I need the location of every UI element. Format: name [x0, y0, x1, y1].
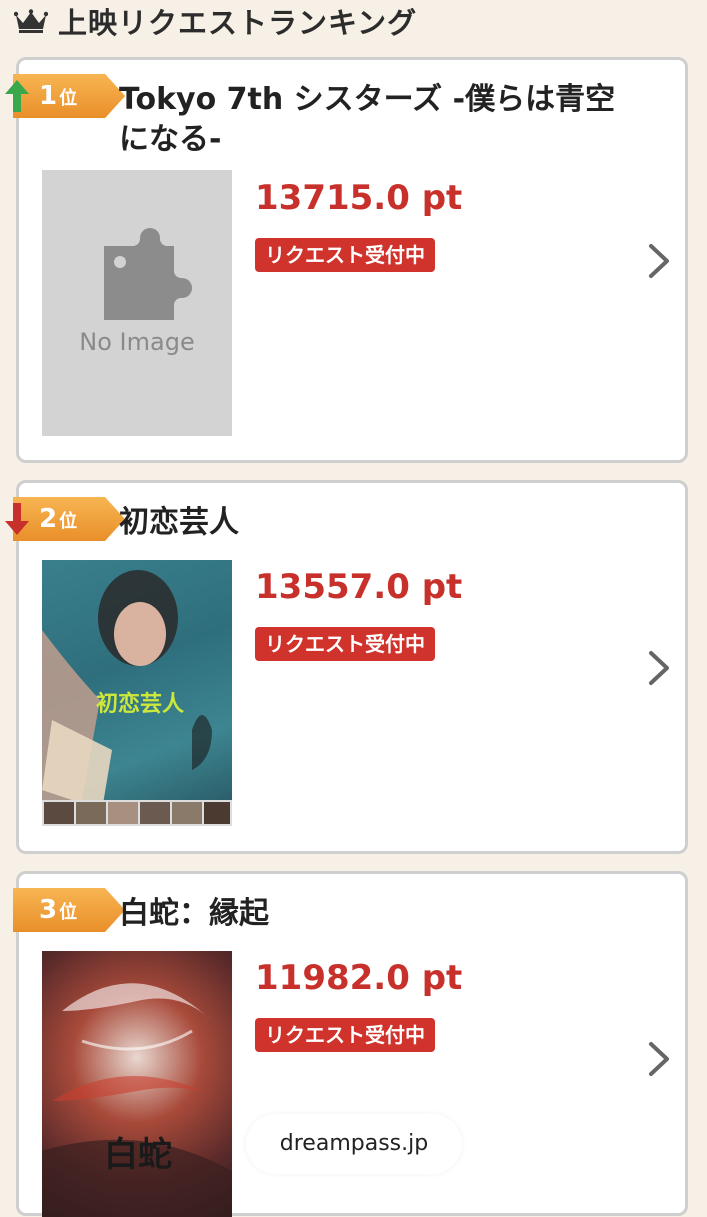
rank-number: 1 — [39, 81, 58, 111]
rank-suffix: 位 — [59, 511, 78, 532]
rank-suffix: 位 — [59, 88, 78, 109]
request-points: 13557.0 pt — [255, 567, 463, 607]
ranking-card-1[interactable]: 1位 Tokyo 7th シスターズ -僕らは青空になる- No Image 1… — [5, 57, 688, 463]
rank-badge: 3位 — [13, 888, 125, 932]
rank-badge: 2位 — [13, 497, 125, 541]
rank-number: 3 — [39, 895, 58, 925]
rank-number: 2 — [39, 504, 58, 534]
rank-suffix: 位 — [59, 902, 78, 923]
poster-title-art: 初恋芸人 — [96, 692, 185, 717]
status-badge: リクエスト受付中 — [255, 1018, 435, 1052]
puzzle-piece-icon — [104, 228, 192, 320]
trend-down-arrow-icon — [5, 503, 29, 535]
page-title: 上映リクエストランキング — [58, 6, 418, 40]
movie-poster: 初恋芸人 — [42, 560, 232, 826]
request-points: 11982.0 pt — [255, 958, 463, 998]
trend-up-arrow-icon — [5, 80, 29, 112]
movie-title[interactable]: 白蛇：縁起 — [119, 894, 645, 934]
rank-badge: 1位 — [13, 74, 125, 118]
poster-placeholder: No Image — [42, 170, 232, 436]
chevron-right-icon[interactable] — [647, 1040, 671, 1078]
request-points: 13715.0 pt — [255, 178, 463, 218]
ranking-card-2[interactable]: 2位 初恋芸人 初恋芸人 13557.0 pt リクエスト受付中 — [5, 480, 688, 854]
site-watermark: dreampass.jp — [246, 1114, 462, 1174]
no-image-label: No Image — [79, 328, 195, 356]
status-badge: リクエスト受付中 — [255, 238, 435, 272]
movie-poster: 白蛇 — [42, 951, 232, 1217]
poster-title-art: 白蛇 — [104, 1135, 172, 1175]
movie-title[interactable]: Tokyo 7th シスターズ -僕らは青空になる- — [119, 80, 645, 160]
page-header: 上映リクエストランキング — [14, 0, 417, 42]
status-badge: リクエスト受付中 — [255, 627, 435, 661]
movie-title[interactable]: 初恋芸人 — [119, 503, 645, 543]
chevron-right-icon[interactable] — [647, 242, 671, 280]
crown-icon — [14, 9, 48, 33]
chevron-right-icon[interactable] — [647, 649, 671, 687]
